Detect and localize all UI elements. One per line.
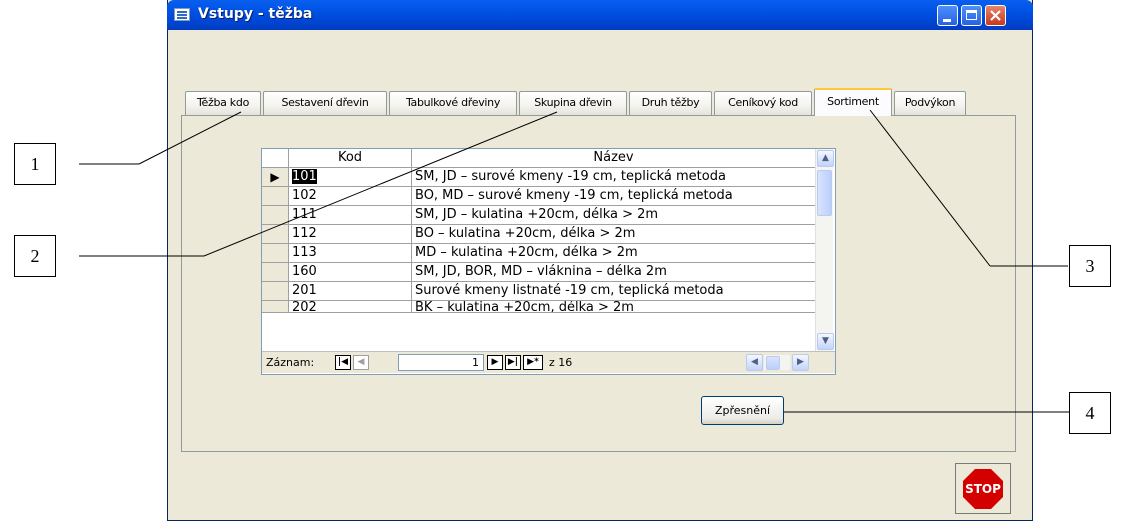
callout-4: 4 — [1069, 392, 1111, 434]
vertical-scroll-thumb[interactable] — [817, 170, 832, 216]
table-cell-kod[interactable]: 112 — [289, 225, 412, 244]
maximize-button[interactable] — [961, 5, 982, 26]
minimize-button[interactable] — [937, 5, 958, 26]
record-total-count: 16 — [558, 356, 573, 369]
last-record-button[interactable]: ▶| — [505, 355, 521, 370]
record-number-input[interactable]: 1 — [398, 354, 484, 371]
table-cell-kod[interactable]: 111 — [289, 206, 412, 225]
record-total-prefix: z — [549, 356, 555, 369]
table-cell-kod[interactable]: 113 — [289, 244, 412, 263]
table-cell-nazev[interactable]: BO, MD – surové kmeny -19 cm, teplická m… — [412, 187, 816, 206]
next-record-button[interactable]: ▶ — [487, 355, 503, 370]
selected-text: 101 — [292, 169, 317, 184]
column-header-nazev[interactable]: Název — [412, 149, 816, 168]
row-selector[interactable] — [262, 225, 289, 244]
tab-cenikovy-kod[interactable]: Ceníkový kod — [714, 91, 812, 115]
maximize-icon — [966, 10, 977, 20]
new-record-button[interactable]: ▶* — [523, 355, 543, 370]
record-label: Záznam: — [266, 356, 315, 369]
column-header-kod[interactable]: Kod — [289, 149, 412, 168]
tab-skupina-drevin[interactable]: Skupina dřevin — [519, 91, 627, 115]
close-button[interactable] — [985, 5, 1006, 26]
table-cell-nazev[interactable]: Surové kmeny listnaté -19 cm, teplická m… — [412, 282, 816, 301]
callout-1: 1 — [14, 143, 56, 185]
table-cell-kod[interactable]: 102 — [289, 187, 412, 206]
minimize-icon — [943, 19, 951, 22]
tab-druh-tezby[interactable]: Druh těžby — [629, 91, 712, 115]
table-cell-nazev[interactable]: MD – kulatina +20cm, délka > 2m — [412, 244, 816, 263]
row-selector-current[interactable]: ▶ — [262, 168, 289, 187]
table-cell-kod[interactable]: 160 — [289, 263, 412, 282]
previous-record-button[interactable]: ◀ — [353, 355, 369, 370]
table-cell-kod[interactable]: 101 — [289, 168, 412, 187]
tab-podvykon[interactable]: Podvýkon — [894, 91, 966, 115]
table-cell-nazev[interactable]: BO – kulatina +20cm, délka > 2m — [412, 225, 816, 244]
first-record-button[interactable]: |◀ — [335, 355, 351, 370]
callout-2: 2 — [14, 235, 56, 277]
scroll-right-button[interactable]: ▶ — [792, 354, 809, 371]
form-icon — [174, 8, 190, 21]
tab-sestaveni-drevin[interactable]: Sestavení dřevin — [263, 91, 387, 115]
horizontal-scroll-thumb[interactable] — [766, 356, 780, 370]
row-selector[interactable] — [262, 187, 289, 206]
table-cell-kod[interactable]: 201 — [289, 282, 412, 301]
horizontal-scrollbar[interactable] — [764, 355, 790, 370]
tab-tabulkove-dreviny[interactable]: Tabulkové dřeviny — [389, 91, 517, 115]
window-title: Vstupy - těžba — [198, 6, 313, 22]
close-icon — [990, 10, 1001, 21]
row-selector[interactable] — [262, 244, 289, 263]
row-selector[interactable] — [262, 301, 289, 313]
table-cell-nazev[interactable]: SM, JD – surové kmeny -19 cm, teplická m… — [412, 168, 816, 187]
refine-button[interactable]: Zpřesnění — [701, 396, 784, 425]
scroll-down-button[interactable]: ▼ — [817, 333, 834, 350]
table-cell-nazev[interactable]: BK – kulatina +20cm, délka > 2m — [412, 301, 816, 313]
table-cell-nazev[interactable]: SM, JD, BOR, MD – vláknina – délka 2m — [412, 263, 816, 282]
scroll-left-button[interactable]: ◀ — [746, 354, 763, 371]
tab-sortiment[interactable]: Sortiment — [814, 88, 892, 116]
selector-header[interactable] — [262, 149, 289, 168]
sortiment-datasheet[interactable]: Kod Název ▶ 101 SM, JD – surové kmeny -1… — [261, 148, 836, 375]
stop-sign-icon: STOP — [963, 469, 1003, 509]
callout-3: 3 — [1069, 245, 1111, 287]
table-cell-kod[interactable]: 202 — [289, 301, 412, 313]
scroll-up-button[interactable]: ▲ — [817, 150, 834, 167]
row-selector[interactable] — [262, 282, 289, 301]
row-selector[interactable] — [262, 263, 289, 282]
row-selector[interactable] — [262, 206, 289, 225]
tab-tezba-kdo[interactable]: Těžba kdo — [185, 91, 261, 115]
table-cell-nazev[interactable]: SM, JD – kulatina +20cm, délka > 2m — [412, 206, 816, 225]
record-total: z 16 — [549, 356, 572, 369]
